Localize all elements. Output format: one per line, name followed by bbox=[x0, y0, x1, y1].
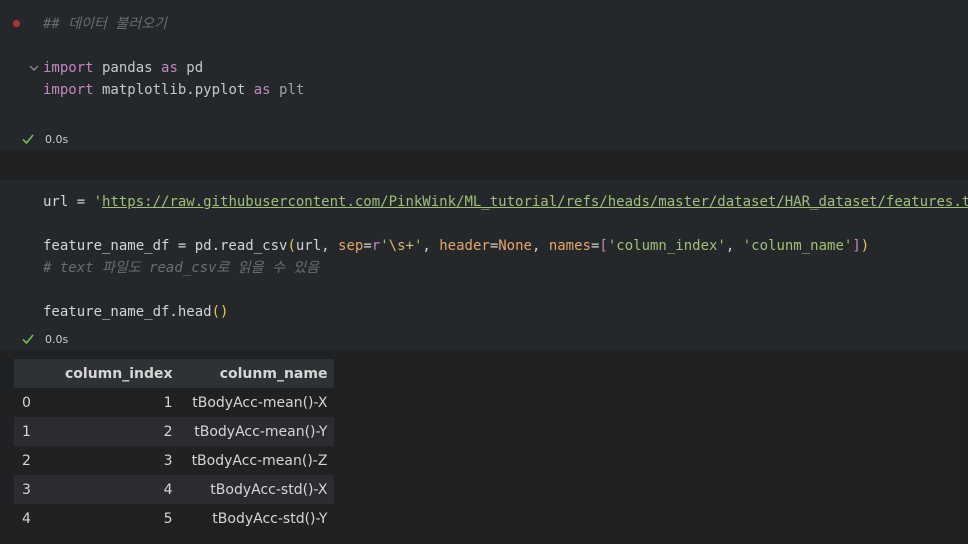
table-header-row: column_index colunm_name bbox=[14, 359, 335, 388]
code-cell-1[interactable]: ## 데이터 불러오기 import pandas as pd import m… bbox=[0, 0, 968, 150]
table-row: 3 4 tBodyAcc-std()-X bbox=[14, 475, 335, 504]
row-index: 3 bbox=[14, 475, 53, 504]
breakpoint-dot-icon[interactable] bbox=[13, 20, 20, 27]
check-icon bbox=[22, 134, 34, 145]
execution-time: 0.0s bbox=[45, 132, 69, 146]
table-row: 2 3 tBodyAcc-mean()-Z bbox=[14, 446, 334, 475]
table-row: 4 5 tBodyAcc-std()-Y bbox=[14, 504, 334, 533]
check-icon bbox=[22, 334, 34, 345]
cell-output: column_index colunm_name 0 1 tBodyAcc-me… bbox=[0, 350, 968, 544]
table-cell: tBodyAcc-mean()-Z bbox=[191, 452, 328, 469]
table-cell: tBodyAcc-mean()-Y bbox=[179, 417, 335, 446]
table-cell: tBodyAcc-mean()-X bbox=[192, 394, 328, 411]
code-line-head[interactable]: feature_name_df.head() bbox=[43, 303, 228, 321]
url-link[interactable]: https://raw.githubusercontent.com/PinkWi… bbox=[102, 194, 968, 210]
table-cell: 5 bbox=[163, 510, 173, 527]
table-row: 1 2 tBodyAcc-mean()-Y bbox=[14, 417, 335, 446]
code-line-import-matplotlib[interactable]: import matplotlib.pyplot as plt bbox=[43, 81, 304, 99]
execution-time: 0.0s bbox=[45, 332, 69, 346]
cell-gap bbox=[0, 150, 968, 180]
execution-status: 0.0s bbox=[21, 332, 68, 346]
code-cell-2[interactable]: url = 'https://raw.githubusercontent.com… bbox=[0, 180, 968, 350]
code-line-import-pandas[interactable]: import pandas as pd bbox=[43, 59, 203, 77]
table-cell: 4 bbox=[53, 475, 180, 504]
row-index: 1 bbox=[14, 417, 53, 446]
column-header: colunm_name bbox=[179, 359, 335, 388]
row-index: 2 bbox=[22, 452, 31, 469]
index-header bbox=[14, 359, 53, 388]
table-row: 0 1 tBodyAcc-mean()-X bbox=[14, 388, 334, 417]
row-index: 0 bbox=[22, 394, 31, 411]
code-comment: ## 데이터 불러오기 bbox=[43, 16, 167, 32]
table-cell: 3 bbox=[163, 452, 173, 469]
dataframe-table: column_index colunm_name 0 1 tBodyAcc-me… bbox=[14, 359, 335, 533]
table-cell: tBodyAcc-std()-X bbox=[179, 475, 335, 504]
code-line-read-csv[interactable]: feature_name_df = pd.read_csv(url, sep=r… bbox=[43, 237, 869, 255]
table-cell: 2 bbox=[53, 417, 180, 446]
execution-status: 0.0s bbox=[21, 132, 68, 146]
row-index: 4 bbox=[22, 510, 31, 527]
table-cell: tBodyAcc-std()-Y bbox=[212, 510, 328, 527]
code-comment: # text 파일도 read_csv로 읽을 수 있음 bbox=[43, 260, 320, 276]
code-line-url[interactable]: url = 'https://raw.githubusercontent.com… bbox=[43, 193, 968, 211]
column-header: column_index bbox=[53, 359, 180, 388]
table-cell: 1 bbox=[163, 394, 173, 411]
chevron-down-icon[interactable] bbox=[29, 63, 39, 73]
